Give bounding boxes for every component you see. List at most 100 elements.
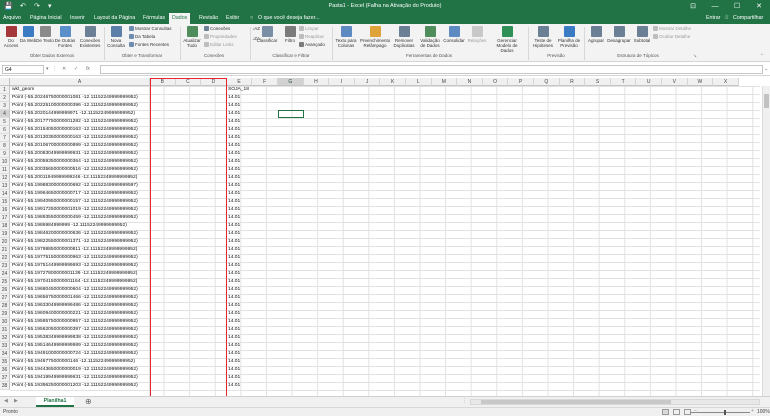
collapse-ribbon-icon[interactable]: ⌃ (760, 53, 764, 59)
worksheet-grid[interactable]: ABCDEFGHIJKLMNOPQRSTUVWX 1 2 3 4 5 6 7 8 9 10 11 12… (0, 78, 770, 396)
row-header-27[interactable]: 27 (0, 294, 10, 302)
show-detail-button[interactable]: Mostrar Detalhe (653, 26, 691, 32)
cell-e20[interactable]: 14.01 (228, 238, 252, 246)
cell-a16[interactable]: Point (-55.19917250000001019 -12.1115224… (12, 206, 150, 214)
filter-button[interactable]: Filtro (280, 26, 300, 43)
name-box-dropdown-icon[interactable]: ▾ (46, 66, 49, 72)
cell-e18[interactable]: 14.01 (228, 222, 252, 230)
column-header-f[interactable]: F (252, 78, 278, 86)
minimize-button[interactable]: — (706, 0, 724, 13)
cell-e12[interactable]: 14.01 (228, 174, 252, 182)
cell-a15[interactable]: Point (-55.19940950000000157 -12.1115224… (12, 198, 150, 206)
cell-e38[interactable]: 14.01 (228, 382, 252, 390)
cell-e8[interactable]: 14.01 (228, 142, 252, 150)
text-to-columns-button[interactable]: Texto para Colunas (334, 26, 358, 48)
cell-a29[interactable]: Point (-55.19609400000000221 -12.1115224… (12, 310, 150, 318)
row-header-9[interactable]: 9 (0, 150, 10, 158)
cell-a6[interactable]: Point (-55.20154050000000163 -12.1115224… (12, 126, 150, 134)
row-header-6[interactable]: 6 (0, 126, 10, 134)
tab-page-layout[interactable]: Layout da Página (94, 13, 135, 24)
sign-in-link[interactable]: Entrar (706, 13, 720, 24)
row-header-5[interactable]: 5 (0, 118, 10, 126)
sheet-tab-planilha1[interactable]: Planilha1 (36, 397, 74, 407)
tab-home[interactable]: Página Inicial (30, 13, 62, 24)
remove-duplicates-button[interactable]: Remover Duplicatas (392, 26, 416, 48)
relationships-button[interactable]: Relações (466, 26, 488, 43)
cell-a32[interactable]: Point (-55.19538349999999838 -12.1115224… (12, 334, 150, 342)
column-header-s[interactable]: S (585, 78, 611, 86)
from-text-button[interactable]: De Texto (35, 26, 55, 43)
tell-me-box[interactable]: O que você deseja fazer... (258, 13, 320, 24)
subtotal-button[interactable]: Subtotal (632, 26, 652, 43)
column-header-w[interactable]: W (687, 78, 714, 86)
data-validation-button[interactable]: Validação de Dados (418, 26, 442, 48)
cell-a38[interactable]: Point (-55.19396250000001203 -12.1115224… (12, 382, 150, 390)
cell-e31[interactable]: 14.01 (228, 326, 252, 334)
cell-a8[interactable]: Point (-55.20106700000000899 -12.1115224… (12, 142, 150, 150)
consolidate-button[interactable]: Consolidar (443, 26, 465, 43)
cell-a23[interactable]: Point (-55.19751449999999693 -12.1115224… (12, 262, 150, 270)
cell-a12[interactable]: Point (-55.20011949999999246 -12.1115224… (12, 174, 150, 182)
expand-formula-bar-icon[interactable]: ⌄ (764, 66, 768, 72)
cell-a33[interactable]: Point (-55.19514649999999989 -12.1115224… (12, 342, 150, 350)
cell-a9[interactable]: Point (-55.20083049999999931 -12.1115224… (12, 150, 150, 158)
column-header-r[interactable]: R (559, 78, 586, 86)
column-header-n[interactable]: N (457, 78, 483, 86)
cell-e21[interactable]: 14.01 (228, 246, 252, 254)
prev-sheet-icon[interactable]: ◀ (4, 398, 8, 404)
dialog-launcher-icon[interactable]: ↘ (693, 53, 697, 59)
column-header-g[interactable]: G (278, 78, 304, 86)
cell-a34[interactable]: Point (-55.19491000000000724 -12.1115224… (12, 350, 150, 358)
share-button[interactable]: Compartilhar (733, 13, 763, 24)
cell-e17[interactable]: 14.01 (228, 214, 252, 222)
cell-e14[interactable]: 14.01 (228, 190, 252, 198)
cell-a7[interactable]: Point (-55.20130350000000163 -12.1115224… (12, 134, 150, 142)
cell-e9[interactable]: 14.01 (228, 150, 252, 158)
tab-insert[interactable]: Inserir (70, 13, 85, 24)
cell-a5[interactable]: Point (-55.20177750000001282 -12.1115224… (12, 118, 150, 126)
cell-a30[interactable]: Point (-55.19585750000000957 -12.1115224… (12, 318, 150, 326)
name-box[interactable]: G4 (2, 65, 44, 74)
column-header-t[interactable]: T (610, 78, 637, 86)
tab-formulas[interactable]: Fórmulas (143, 13, 165, 24)
row-header-25[interactable]: 25 (0, 278, 10, 286)
from-table-button[interactable]: Da Tabela (129, 34, 155, 40)
cell-a20[interactable]: Point (-55.19822550000001371 -12.1115224… (12, 238, 150, 246)
column-header-v[interactable]: V (662, 78, 688, 86)
cell-a2[interactable]: Point (-55.20246750000001081 -12.1115224… (12, 94, 150, 102)
cell-e19[interactable]: 14.01 (228, 230, 252, 238)
ungroup-button[interactable]: Desagrupar (606, 26, 632, 43)
properties-button[interactable]: Propriedades (204, 34, 237, 40)
normal-view-button[interactable] (662, 409, 669, 415)
edit-links-button[interactable]: Editar Links (204, 42, 234, 48)
forecast-sheet-button[interactable]: Planilha de Previsão (556, 26, 582, 48)
row-header-20[interactable]: 20 (0, 238, 10, 246)
ribbon-display-options-icon[interactable]: ⊡ (684, 0, 702, 13)
page-layout-view-button[interactable] (673, 409, 680, 415)
row-header-4[interactable]: 4 (0, 110, 10, 118)
cell-e28[interactable]: 14.01 (228, 302, 252, 310)
cell-e11[interactable]: 14.01 (228, 166, 252, 174)
vertical-scrollbar[interactable] (762, 86, 770, 396)
group-button[interactable]: Agrupar (586, 26, 606, 43)
close-button[interactable]: ✕ (750, 0, 768, 13)
row-header-32[interactable]: 32 (0, 334, 10, 342)
row-header-35[interactable]: 35 (0, 358, 10, 366)
zoom-slider[interactable] (690, 412, 750, 413)
cell-e32[interactable]: 14.01 (228, 334, 252, 342)
from-other-sources-button[interactable]: De Outras Fontes (54, 26, 76, 48)
cell-a22[interactable]: Point (-55.19775150000000963 -12.1115224… (12, 254, 150, 262)
add-sheet-icon[interactable]: ⊕ (85, 397, 92, 407)
cell-a18[interactable]: Point (-55.1986984999999 -12.11152249999… (12, 222, 150, 230)
row-header-11[interactable]: 11 (0, 166, 10, 174)
cell-a31[interactable]: Point (-55.19562050000000397 -12.1115224… (12, 326, 150, 334)
cell-e30[interactable]: 14.01 (228, 318, 252, 326)
cell-e4[interactable]: 14.01 (228, 110, 252, 118)
cell-a19[interactable]: Point (-55.19846200000000636 -12.1115224… (12, 230, 150, 238)
refresh-all-button[interactable]: Atualizar Tudo (182, 26, 202, 48)
cell-e33[interactable]: 14.01 (228, 342, 252, 350)
cell-a21[interactable]: Point (-55.19798850000000811 -12.1115224… (12, 246, 150, 254)
horizontal-scroll-thumb[interactable] (481, 400, 671, 404)
row-header-29[interactable]: 29 (0, 310, 10, 318)
hide-detail-button[interactable]: Ocultar Detalhe (653, 34, 690, 40)
